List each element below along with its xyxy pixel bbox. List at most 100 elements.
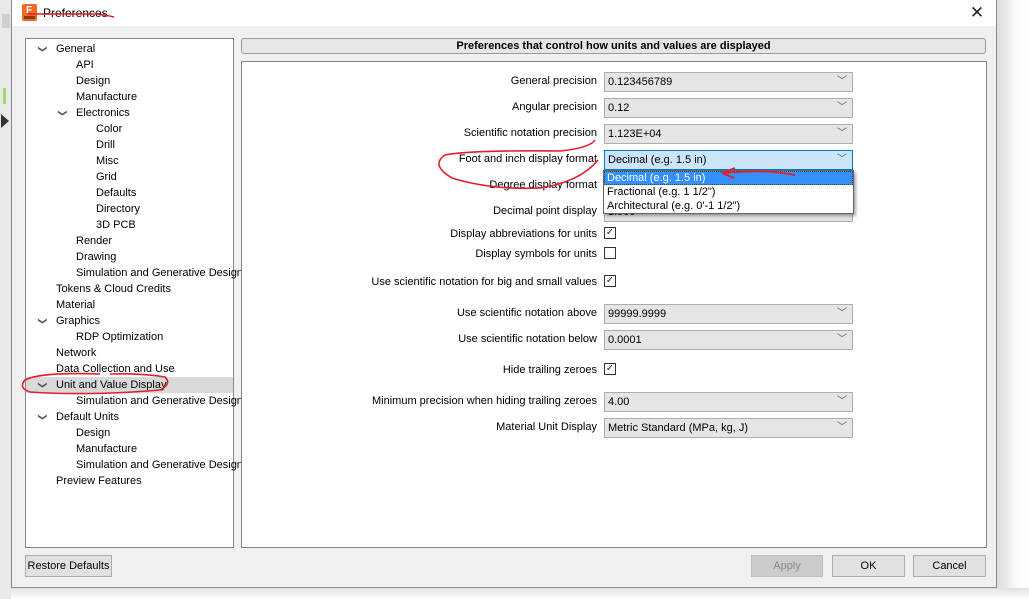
tree-item-label: Simulation and Generative Design: [76, 267, 243, 279]
background-eye-icon: [2, 14, 10, 28]
tree-item[interactable]: Manufacture: [26, 441, 233, 457]
display-symbols-checkbox[interactable]: [604, 247, 616, 259]
min-precision-value: 4.00: [608, 396, 630, 408]
tree-item[interactable]: API: [26, 57, 233, 73]
tree-item[interactable]: Drill: [26, 137, 233, 153]
min-precision-label: Minimum precision when hiding trailing z…: [372, 395, 597, 407]
display-abbrev-label: Display abbreviations for units: [450, 228, 597, 240]
tree-item-label: Defaults: [96, 187, 137, 199]
tree-item-label: Material: [56, 299, 96, 311]
tree-item[interactable]: Design: [26, 425, 233, 441]
tree-item[interactable]: Simulation and Generative Design: [26, 265, 243, 281]
close-button[interactable]: ✕: [966, 3, 988, 23]
hide-trailing-checkbox[interactable]: ✓: [604, 363, 616, 375]
general-precision-select[interactable]: 0.123456789 ﹀: [604, 72, 853, 92]
checkmark-icon: ✓: [605, 227, 615, 238]
tree-item[interactable]: Manufacture: [26, 89, 233, 105]
chevron-down-icon: ﹀: [837, 154, 847, 165]
close-icon: ✕: [969, 3, 985, 22]
apply-button[interactable]: Apply: [751, 555, 823, 577]
background-status-bar: [3, 88, 6, 104]
chevron-down-icon[interactable]: ❯: [35, 44, 51, 54]
tree-item-label: Drawing: [76, 251, 117, 263]
tree-item[interactable]: ❯ General: [26, 41, 233, 57]
restore-defaults-button[interactable]: Restore Defaults: [25, 555, 112, 577]
foot-inch-format-select[interactable]: Decimal (e.g. 1.5 in) ﹀: [604, 150, 853, 170]
checkmark-icon: ✓: [605, 363, 615, 374]
tree-item[interactable]: Material: [26, 297, 233, 313]
general-precision-label: General precision: [510, 75, 597, 87]
tree-item[interactable]: 3D PCB: [26, 217, 233, 233]
tree-item[interactable]: ❯ Graphics: [26, 313, 233, 329]
sci-below-value: 0.0001: [608, 334, 642, 346]
tree-item-label: Graphics: [56, 315, 101, 327]
use-sci-label: Use scientific notation for big and smal…: [371, 276, 597, 288]
material-unit-value: Metric Standard (MPa, kg, J): [608, 422, 748, 434]
hide-trailing-label: Hide trailing zeroes: [502, 364, 597, 376]
tree-item[interactable]: Simulation and Generative Design: [26, 393, 243, 409]
sci-precision-select[interactable]: 1.123E+04 ﹀: [604, 124, 853, 144]
tree-item-label: Manufacture: [76, 443, 138, 455]
tree-item-label: Simulation and Generative Design: [76, 395, 243, 407]
tree-item[interactable]: ❯ Unit and Value Display: [26, 377, 233, 393]
chevron-down-icon: ﹀: [837, 128, 847, 139]
angular-precision-select[interactable]: 0.12 ﹀: [604, 98, 853, 118]
foot-inch-format-value: Decimal (e.g. 1.5 in): [608, 154, 707, 166]
tree-item[interactable]: RDP Optimization: [26, 329, 233, 345]
tree-item[interactable]: Render: [26, 233, 233, 249]
degree-format-label: Degree display format: [489, 179, 597, 191]
chevron-down-icon: ﹀: [837, 76, 847, 87]
sci-above-label: Use scientific notation above: [456, 307, 597, 319]
tree-item[interactable]: Grid: [26, 169, 233, 185]
material-unit-label: Material Unit Display: [496, 421, 597, 433]
material-unit-select[interactable]: Metric Standard (MPa, kg, J) ﹀: [604, 418, 853, 438]
preferences-tree[interactable]: ❯ General API Design Manufacture ❯ Electronics…: [25, 38, 243, 548]
sci-above-value: 99999.9999: [608, 308, 667, 320]
chevron-down-icon[interactable]: ❯: [55, 108, 71, 118]
tree-item[interactable]: Preview Features: [26, 473, 233, 489]
cancel-button[interactable]: Cancel: [913, 555, 986, 577]
preferences-dialog: F Preferences ✕ ❯ General API Design Manufac…: [11, 0, 997, 588]
dropdown-option-decimal[interactable]: Decimal (e.g. 1.5 in): [604, 171, 853, 185]
tree-item-label: Design: [76, 427, 111, 439]
tree-item-label: RDP Optimization: [76, 331, 164, 343]
tree-item-label: Unit and Value Display: [56, 379, 167, 391]
tree-item[interactable]: Color: [26, 121, 233, 137]
tree-item[interactable]: Design: [26, 73, 233, 89]
title-bar: F Preferences ✕: [12, 0, 996, 26]
tree-item[interactable]: Network: [26, 345, 233, 361]
dropdown-option-fractional[interactable]: Fractional (e.g. 1 1/2"): [604, 185, 853, 199]
chevron-down-icon[interactable]: ❯: [35, 316, 51, 326]
tree-item-label: Manufacture: [76, 91, 138, 103]
tree-item[interactable]: ❯ Electronics: [26, 105, 233, 121]
min-precision-select[interactable]: 4.00 ﹀: [604, 392, 853, 412]
foot-inch-format-dropdown[interactable]: Decimal (e.g. 1.5 in) Fractional (e.g. 1…: [603, 170, 854, 214]
angular-precision-label: Angular precision: [512, 101, 597, 113]
display-symbols-label: Display symbols for units: [475, 248, 597, 260]
tree-item[interactable]: ❯ Default Units: [26, 409, 233, 425]
tree-item[interactable]: Simulation and Generative Design: [26, 457, 243, 473]
red-strike-annotation: [28, 13, 115, 18]
tree-item[interactable]: Defaults: [26, 185, 233, 201]
tree-item[interactable]: Data Collection and Use: [26, 361, 233, 377]
sci-below-select[interactable]: 0.0001 ﹀: [604, 330, 853, 350]
tree-item-label: Design: [76, 75, 111, 87]
use-sci-checkbox[interactable]: ✓: [604, 275, 616, 287]
ok-button[interactable]: OK: [832, 555, 905, 577]
dropdown-option-architectural[interactable]: Architectural (e.g. 0'-1 1/2"): [604, 199, 853, 213]
background-app-strip: [0, 0, 11, 599]
chevron-down-icon[interactable]: ❯: [35, 412, 51, 422]
tree-item[interactable]: Directory: [26, 201, 233, 217]
chevron-down-icon[interactable]: ❯: [35, 380, 51, 390]
tree-item-label: Data Collection and Use: [56, 363, 175, 375]
tree-item-label: Electronics: [76, 107, 130, 119]
tree-item[interactable]: Tokens & Cloud Credits: [26, 281, 233, 297]
tree-item[interactable]: Drawing: [26, 249, 233, 265]
settings-panel: General precision 0.123456789 ﹀ Angular p…: [241, 61, 987, 548]
display-abbrev-checkbox[interactable]: ✓: [604, 227, 616, 239]
chevron-down-icon: ﹀: [837, 308, 847, 319]
general-precision-value: 0.123456789: [608, 76, 673, 88]
sci-above-select[interactable]: 99999.9999 ﹀: [604, 304, 853, 324]
tree-item[interactable]: Misc: [26, 153, 233, 169]
tree-item-label: Preview Features: [56, 475, 142, 487]
